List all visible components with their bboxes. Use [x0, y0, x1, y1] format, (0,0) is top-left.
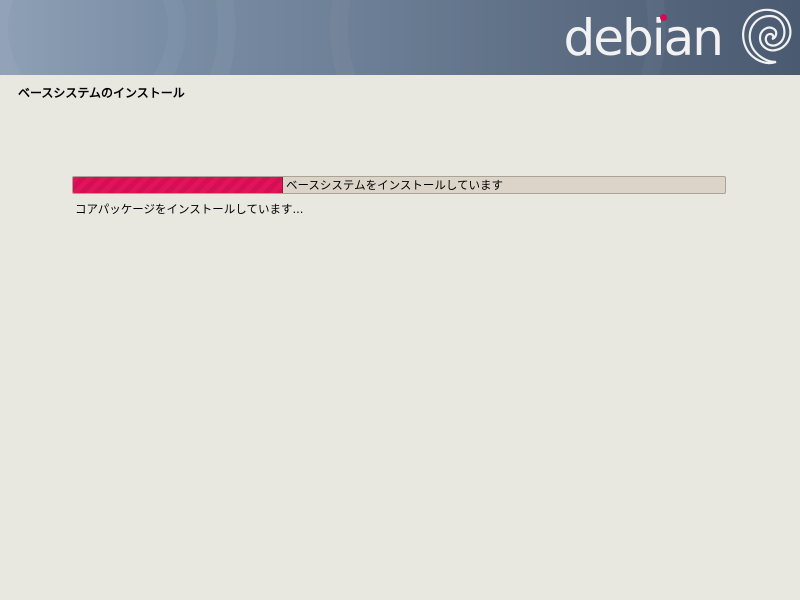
debian-logo-text: debian: [563, 6, 724, 70]
page-title: ベースシステムのインストール: [18, 86, 185, 100]
logo-text: debian: [563, 9, 724, 67]
status-text: コアパッケージをインストールしています...: [75, 202, 304, 216]
install-progress-bar: ベースシステムをインストールしています: [72, 176, 726, 194]
logo-dot-icon: [660, 14, 667, 21]
debian-swirl-icon: [742, 8, 792, 65]
progress-label: ベースシステムをインストールしています: [286, 178, 504, 192]
header-banner: debian: [0, 0, 800, 75]
banner-decoration: [0, 0, 186, 75]
progress-fill: [73, 177, 283, 193]
